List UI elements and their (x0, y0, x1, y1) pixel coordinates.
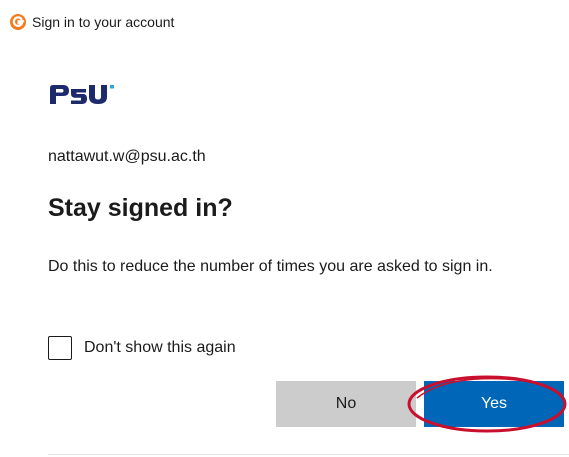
dont-show-again-checkbox[interactable]: Don't show this again (48, 336, 236, 360)
footer-divider (48, 454, 569, 455)
psu-logo (50, 85, 114, 104)
window-titlebar: Sign in to your account (10, 13, 174, 31)
app-logo-icon (10, 14, 26, 30)
checkbox-label[interactable]: Don't show this again (84, 339, 236, 357)
prompt-description: Do this to reduce the number of times yo… (48, 258, 493, 275)
yes-button[interactable]: Yes (424, 381, 564, 427)
account-email: nattawut.w@psu.ac.th (48, 148, 206, 165)
page-title: Stay signed in? (48, 194, 233, 222)
checkbox-box[interactable] (48, 336, 72, 360)
window-title: Sign in to your account (32, 14, 175, 30)
no-button[interactable]: No (276, 381, 416, 427)
